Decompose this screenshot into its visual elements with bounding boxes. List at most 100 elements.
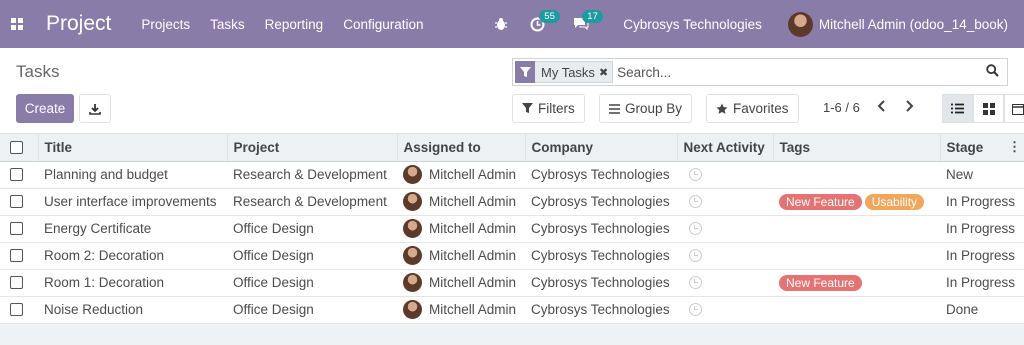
cell-company[interactable]: Cybrosys Technologies [525,161,677,188]
cell-title[interactable]: Noise Reduction [38,296,227,323]
cell-title[interactable]: User interface improvements [38,188,227,215]
select-all-checkbox[interactable] [10,140,23,154]
optional-columns-icon[interactable]: ⋮ [1008,139,1021,155]
tag-badge: Usability [864,193,925,210]
cell-stage[interactable]: In Progress [940,269,1024,296]
cell-stage[interactable]: In Progress [940,188,1024,215]
row-checkbox[interactable] [10,276,23,289]
user-menu[interactable]: Mitchell Admin (odoo_14_book) [787,11,1008,37]
column-header-title[interactable]: Title [38,134,228,162]
group-by-button[interactable]: Group By [599,94,693,123]
column-header-stage[interactable]: Stage ⋮ [940,134,1024,162]
cell-tags[interactable] [773,242,940,269]
clock-icon[interactable] [689,303,702,316]
user-avatar [787,11,813,37]
row-checkbox[interactable] [10,303,23,316]
cell-assigned-to[interactable]: Mitchell Admin [397,161,525,188]
table-row[interactable]: Room 2: Decoration Office Design Mitchel… [0,242,1024,269]
cell-project[interactable]: Office Design [227,296,397,323]
search-icon[interactable] [986,64,999,80]
assignee-avatar [403,300,422,319]
filters-label: Filters [538,101,575,116]
cell-tags[interactable] [773,215,940,242]
table-row[interactable]: Energy Certificate Office Design Mitchel… [0,215,1024,242]
cell-assigned-to[interactable]: Mitchell Admin [397,242,525,269]
cell-next-activity[interactable] [677,242,773,269]
clock-icon[interactable] [689,168,702,181]
row-checkbox[interactable] [10,195,23,208]
filters-button[interactable]: Filters [512,94,585,123]
cell-tags[interactable]: New Feature Usability [773,188,940,215]
menu-projects[interactable]: Projects [141,17,190,32]
column-header-assigned-to[interactable]: Assigned to [397,134,526,162]
table-row[interactable]: User interface improvements Research & D… [0,188,1024,215]
cell-stage[interactable]: Done [940,296,1024,323]
assignee-avatar [403,246,422,265]
cell-next-activity[interactable] [677,215,773,242]
export-button[interactable] [79,94,111,123]
company-switcher[interactable]: Cybrosys Technologies [623,17,762,32]
bug-icon[interactable] [494,17,508,31]
cell-title[interactable]: Planning and budget [38,161,227,188]
cell-tags[interactable] [773,161,940,188]
pager-value[interactable]: 1-6 / 6 [823,100,860,115]
cell-title[interactable]: Room 2: Decoration [38,242,227,269]
column-header-tags[interactable]: Tags [773,134,941,162]
clock-icon[interactable] [689,276,702,289]
calendar-view-icon[interactable] [1004,94,1024,123]
messages-icon[interactable]: 17 [573,10,603,31]
column-header-next-activity[interactable]: Next Activity [677,134,774,162]
cell-company[interactable]: Cybrosys Technologies [525,269,677,296]
remove-facet-icon[interactable]: ✖ [599,66,612,79]
kanban-view-icon[interactable] [973,94,1004,123]
cell-assigned-to[interactable]: Mitchell Admin [397,215,525,242]
column-header-company[interactable]: Company [525,134,678,162]
cell-next-activity[interactable] [677,269,773,296]
activity-icon[interactable]: 55 [530,9,560,32]
row-checkbox[interactable] [10,222,23,235]
cell-project[interactable]: Research & Development [227,161,397,188]
create-button[interactable]: Create [16,94,74,123]
clock-icon[interactable] [689,249,702,262]
cell-company[interactable]: Cybrosys Technologies [525,242,677,269]
cell-assigned-to[interactable]: Mitchell Admin [397,296,525,323]
filter-icon [515,61,535,83]
cell-tags[interactable]: New Feature [773,269,940,296]
cell-company[interactable]: Cybrosys Technologies [525,296,677,323]
cell-company[interactable]: Cybrosys Technologies [525,188,677,215]
cell-title[interactable]: Energy Certificate [38,215,227,242]
cell-tags[interactable] [773,296,940,323]
menu-tasks[interactable]: Tasks [210,17,245,32]
cell-assigned-to[interactable]: Mitchell Admin [397,269,525,296]
search-input[interactable] [617,64,1007,80]
cell-project[interactable]: Office Design [227,215,397,242]
cell-stage[interactable]: In Progress [940,242,1024,269]
table-row[interactable]: Planning and budget Research & Developme… [0,161,1024,188]
cell-project[interactable]: Office Design [227,242,397,269]
cell-title[interactable]: Room 1: Decoration [38,269,227,296]
favorites-button[interactable]: Favorites [706,94,799,123]
cell-company[interactable]: Cybrosys Technologies [525,215,677,242]
cell-next-activity[interactable] [677,161,773,188]
table-row[interactable]: Room 1: Decoration Office Design Mitchel… [0,269,1024,296]
row-checkbox[interactable] [10,168,23,181]
list-view-icon[interactable] [942,94,973,123]
row-checkbox[interactable] [10,249,23,262]
menu-reporting[interactable]: Reporting [265,17,324,32]
cell-project[interactable]: Office Design [227,269,397,296]
clock-icon[interactable] [689,222,702,235]
cell-next-activity[interactable] [677,188,773,215]
cell-stage[interactable]: New [940,161,1024,188]
cell-assigned-to[interactable]: Mitchell Admin [397,188,525,215]
cell-stage[interactable]: In Progress [940,215,1024,242]
table-row[interactable]: Noise Reduction Office Design Mitchell A… [0,296,1024,323]
apps-menu-icon[interactable] [0,0,34,48]
pager-next-icon[interactable] [905,100,914,115]
menu-configuration[interactable]: Configuration [343,17,423,32]
cell-project[interactable]: Research & Development [227,188,397,215]
column-header-project[interactable]: Project [227,134,398,162]
app-brand[interactable]: Project [46,12,111,36]
clock-icon[interactable] [689,195,702,208]
cell-next-activity[interactable] [677,296,773,323]
pager-previous-icon[interactable] [877,100,886,115]
